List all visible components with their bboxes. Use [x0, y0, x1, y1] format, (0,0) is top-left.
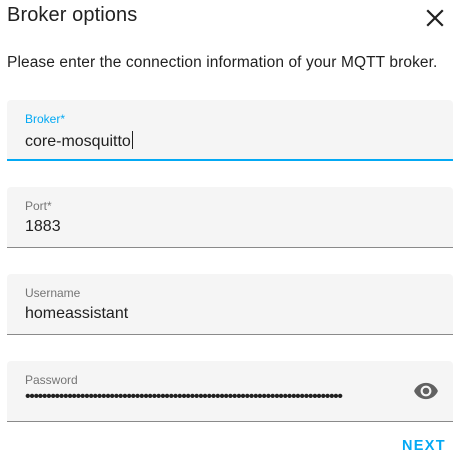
password-input[interactable]: ••••••••••••••••••••••••••••••••••••••••… [25, 388, 367, 406]
port-field[interactable]: Port* 1883 [7, 187, 453, 248]
password-label: Password [25, 373, 78, 387]
username-label: Username [25, 286, 81, 300]
broker-options-dialog: Broker options Please enter the connecti… [0, 0, 474, 463]
broker-label: Broker* [25, 112, 66, 126]
username-input[interactable]: homeassistant [25, 305, 128, 323]
close-button[interactable] [422, 5, 448, 31]
password-field[interactable]: Password •••••••••••••••••••••••••••••••… [7, 361, 453, 422]
toggle-password-visibility-button[interactable] [413, 378, 439, 404]
broker-input[interactable]: core-mosquitto [25, 131, 133, 151]
eye-icon [414, 382, 438, 400]
username-field[interactable]: Username homeassistant [7, 274, 453, 335]
next-button[interactable]: NEXT [402, 438, 446, 454]
dialog-description: Please enter the connection information … [7, 54, 438, 71]
port-input[interactable]: 1883 [25, 218, 61, 236]
close-icon [426, 9, 444, 27]
text-caret [131, 131, 133, 149]
broker-field[interactable]: Broker* core-mosquitto [7, 100, 453, 161]
broker-value: core-mosquitto [25, 133, 131, 150]
dialog-title: Broker options [7, 4, 138, 26]
port-label: Port* [25, 199, 52, 213]
